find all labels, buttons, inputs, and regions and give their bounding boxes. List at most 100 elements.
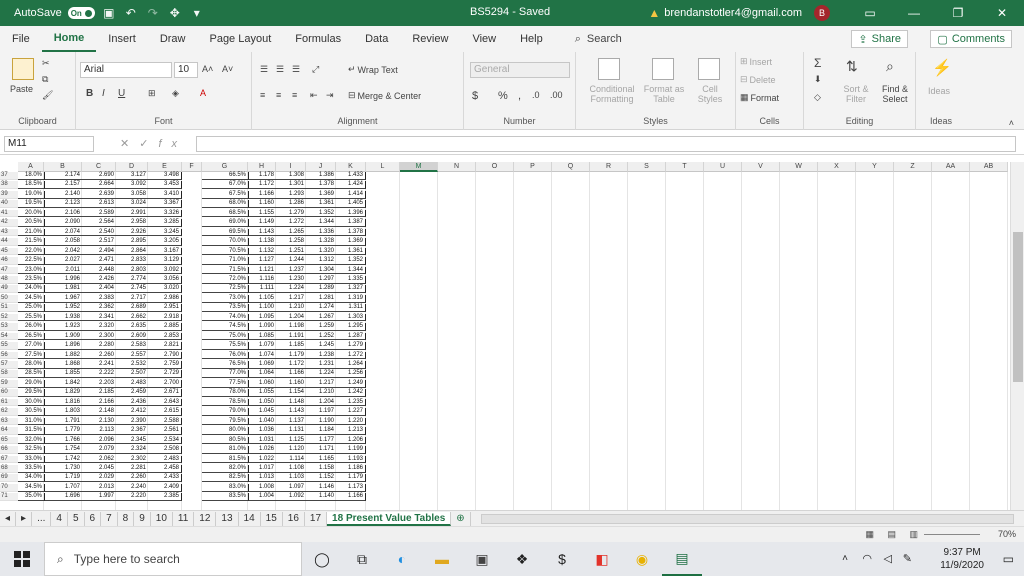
table-cell[interactable]: 1.026 — [248, 446, 276, 454]
table-cell[interactable]: 1.095 — [248, 313, 276, 322]
table-cell[interactable]: 2.123 — [44, 200, 82, 209]
customize-qat-icon[interactable]: ▾ — [189, 6, 205, 20]
column-header[interactable]: T — [666, 162, 704, 172]
table-cell[interactable]: 3.205 — [148, 238, 182, 246]
column-header[interactable]: K — [336, 162, 366, 172]
column-header[interactable]: I — [276, 162, 306, 172]
table-cell[interactable]: 1.259 — [306, 323, 336, 331]
table-cell[interactable]: 3.367 — [148, 200, 182, 209]
table-cell[interactable]: 2.426 — [82, 276, 116, 284]
table-cell[interactable]: 1.172 — [248, 181, 276, 190]
align-center-icon[interactable]: ≡ — [276, 90, 281, 100]
tab-home[interactable]: Home — [41, 26, 97, 52]
column-header[interactable]: H — [248, 162, 276, 172]
table-cell[interactable]: 3.127 — [116, 172, 148, 180]
horizontal-scrollbar[interactable] — [480, 513, 1014, 524]
ribbon-display-icon[interactable]: ▭ — [848, 0, 892, 26]
increase-decimal-icon[interactable]: .0 — [532, 90, 540, 100]
table-cell[interactable]: 1.719 — [44, 474, 82, 483]
table-cell[interactable]: 1.079 — [248, 342, 276, 350]
font-name-select[interactable]: Arial — [80, 62, 172, 78]
table-cell[interactable]: 33.5% — [18, 465, 44, 473]
table-cell[interactable]: 75.0% — [202, 333, 248, 341]
table-cell[interactable]: 1.369 — [306, 191, 336, 199]
table-cell[interactable]: 1.022 — [248, 455, 276, 464]
column-header[interactable]: D — [116, 162, 148, 172]
table-cell[interactable]: 1.766 — [44, 436, 82, 445]
row-header[interactable]: 51 — [0, 304, 18, 312]
table-cell[interactable]: 1.040 — [248, 417, 276, 426]
edge-icon[interactable]: ◐ — [382, 542, 422, 576]
table-cell[interactable]: 1.143 — [276, 408, 306, 416]
table-cell[interactable]: 1.036 — [248, 427, 276, 435]
row-header[interactable]: 39 — [0, 190, 18, 199]
table-cell[interactable]: 67.0% — [202, 181, 248, 190]
table-cell[interactable]: 3.285 — [148, 219, 182, 227]
row-header[interactable]: 54 — [0, 332, 18, 341]
table-cell[interactable]: 1.274 — [306, 304, 336, 312]
table-cell[interactable]: 1.707 — [44, 483, 82, 492]
table-cell[interactable]: 1.008 — [248, 483, 276, 492]
table-cell[interactable]: 1.116 — [248, 275, 276, 284]
table-cell[interactable]: 1.173 — [336, 483, 366, 492]
decrease-indent-icon[interactable]: ⇤ — [310, 90, 318, 101]
table-cell[interactable]: 1.217 — [306, 380, 336, 388]
volume-icon[interactable]: ◁ — [884, 552, 892, 565]
column-header[interactable]: U — [704, 162, 742, 172]
column-header[interactable]: J — [306, 162, 336, 172]
row-header[interactable]: 57 — [0, 361, 18, 369]
table-cell[interactable]: 2.157 — [44, 181, 82, 190]
table-cell[interactable]: 2.390 — [116, 418, 148, 426]
table-cell[interactable]: 2.324 — [116, 446, 148, 454]
zoom-level[interactable]: 70% — [998, 529, 1016, 539]
table-cell[interactable]: 1.304 — [306, 267, 336, 275]
table-cell[interactable]: 25.0% — [18, 304, 44, 312]
table-cell[interactable]: 2.148 — [82, 408, 116, 416]
table-cell[interactable]: 1.405 — [336, 200, 366, 209]
restore-icon[interactable]: ❐ — [936, 0, 980, 26]
table-cell[interactable]: 2.074 — [44, 228, 82, 237]
table-cell[interactable]: 3.092 — [116, 181, 148, 190]
tab-review[interactable]: Review — [400, 26, 460, 52]
format-painter-icon[interactable]: 🖌 — [42, 90, 53, 101]
table-cell[interactable]: 2.643 — [148, 398, 182, 407]
table-cell[interactable]: 3.058 — [116, 191, 148, 199]
row-header[interactable]: 50 — [0, 294, 18, 303]
add-sheet-icon[interactable]: ⊕ — [451, 511, 471, 526]
table-cell[interactable]: 2.662 — [116, 314, 148, 322]
table-cell[interactable]: 24.5% — [18, 295, 44, 303]
table-cell[interactable]: 1.193 — [336, 455, 366, 464]
table-cell[interactable]: 29.0% — [18, 380, 44, 388]
row-header[interactable]: 68 — [0, 464, 18, 473]
table-cell[interactable]: 2.589 — [82, 210, 116, 218]
row-header[interactable]: 59 — [0, 379, 18, 388]
column-header[interactable]: X — [818, 162, 856, 172]
table-cell[interactable]: 1.952 — [44, 304, 82, 312]
sheet-tab[interactable]: 6 — [85, 511, 102, 526]
table-cell[interactable]: 30.0% — [18, 399, 44, 407]
table-cell[interactable]: 1.004 — [248, 493, 276, 501]
table-cell[interactable]: 1.242 — [336, 389, 366, 398]
table-cell[interactable]: 1.165 — [306, 456, 336, 464]
clear-icon[interactable]: ◇ — [814, 92, 821, 103]
table-cell[interactable]: 1.227 — [336, 408, 366, 416]
table-cell[interactable]: 2.458 — [148, 464, 182, 473]
currency-button[interactable]: $ — [472, 90, 478, 102]
table-cell[interactable]: 1.249 — [336, 379, 366, 388]
table-cell[interactable]: 71.0% — [202, 257, 248, 265]
column-header[interactable]: R — [590, 162, 628, 172]
table-cell[interactable]: 2.027 — [44, 257, 82, 265]
table-cell[interactable]: 1.424 — [336, 181, 366, 190]
file-explorer-icon[interactable]: ▬ — [422, 542, 462, 576]
sheet-tab[interactable]: 10 — [151, 511, 173, 526]
table-cell[interactable]: 2.700 — [148, 379, 182, 388]
column-header[interactable]: C — [82, 162, 116, 172]
format-cells-button[interactable]: ▦ Format — [740, 92, 779, 103]
row-header[interactable]: 52 — [0, 313, 18, 322]
table-cell[interactable]: 1.125 — [276, 437, 306, 445]
table-cell[interactable]: 2.517 — [82, 238, 116, 246]
undo-icon[interactable]: ↶ — [123, 6, 139, 20]
table-cell[interactable]: 3.056 — [148, 275, 182, 284]
table-cell[interactable]: 2.260 — [82, 352, 116, 360]
table-cell[interactable]: 1.148 — [276, 399, 306, 407]
